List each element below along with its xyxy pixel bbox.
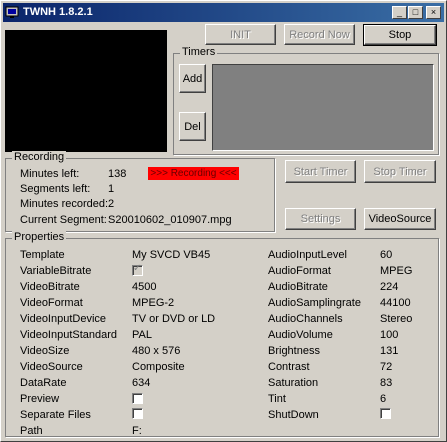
segments-left-value: 1 xyxy=(108,183,115,195)
prop-audiovolume-value: 100 xyxy=(380,329,399,341)
prop-separatefiles-label: Separate Files xyxy=(20,409,91,421)
prop-shutdown-label: ShutDown xyxy=(268,409,319,421)
prop-audioformat-label: AudioFormat xyxy=(268,265,331,277)
stop-timer-button[interactable]: Stop Timer xyxy=(364,160,436,183)
prop-preview-label: Preview xyxy=(20,393,60,405)
prop-audioinputlevel-value: 60 xyxy=(380,249,393,261)
prop-audiobitrate-value: 224 xyxy=(380,281,399,293)
prop-audiochannels-label: AudioChannels xyxy=(268,313,343,325)
properties-legend: Properties xyxy=(12,231,67,243)
prop-template-label: Template xyxy=(20,249,65,261)
start-timer-button[interactable]: Start Timer xyxy=(285,160,356,183)
prop-contrast-value: 72 xyxy=(380,361,393,373)
prop-audioformat-value: MPEG xyxy=(380,265,413,277)
window-title: TWNH 1.8.2.1 xyxy=(23,6,93,18)
prop-videobitrate-value: 4500 xyxy=(132,281,157,293)
prop-videoformat-label: VideoFormat xyxy=(20,297,83,309)
prop-audioinputlevel-label: AudioInputLevel xyxy=(268,249,347,261)
prop-videobitrate-label: VideoBitrate xyxy=(20,281,80,293)
recording-status-badge: >>> Recording <<< xyxy=(148,167,239,180)
prop-videosource-label: VideoSource xyxy=(20,361,83,373)
minimize-icon[interactable]: _ xyxy=(392,6,407,19)
prop-saturation-value: 83 xyxy=(380,377,393,389)
prop-tint-value: 6 xyxy=(380,393,387,405)
settings-button[interactable]: Settings xyxy=(285,208,356,230)
prop-videoinputdevice-value: TV or DVD or LD xyxy=(132,313,216,325)
prop-audiosamplingrate-label: AudioSamplingrate xyxy=(268,297,361,309)
record-now-button[interactable]: Record Now xyxy=(284,24,355,45)
add-timer-button[interactable]: Add xyxy=(179,64,206,93)
prop-brightness-label: Brightness xyxy=(268,345,320,357)
prop-datarate-value: 634 xyxy=(132,377,151,389)
prop-videosource-value: Composite xyxy=(132,361,185,373)
prop-path-label: Path xyxy=(20,425,43,437)
prop-audiovolume-label: AudioVolume xyxy=(268,329,333,341)
checkmark-icon: ✓ xyxy=(133,263,142,274)
prop-audiobitrate-label: AudioBitrate xyxy=(268,281,328,293)
variable-bitrate-checkbox[interactable]: ✓ xyxy=(132,263,143,276)
prop-audiosamplingrate-value: 44100 xyxy=(380,297,411,309)
current-segment-label: Current Segment: xyxy=(20,214,107,226)
close-icon[interactable]: × xyxy=(426,6,441,19)
stop-button[interactable]: Stop xyxy=(363,24,437,46)
del-timer-button[interactable]: Del xyxy=(179,112,206,141)
init-button[interactable]: INIT xyxy=(205,24,276,45)
prop-audiochannels-value: Stereo xyxy=(380,313,413,325)
minutes-left-label: Minutes left: xyxy=(20,168,80,180)
timers-legend: Timers xyxy=(180,46,218,58)
app-icon xyxy=(5,6,19,18)
prop-videosize-label: VideoSize xyxy=(20,345,70,357)
recording-legend: Recording xyxy=(12,151,67,163)
minutes-left-value: 138 xyxy=(108,168,127,180)
video-source-button[interactable]: VideoSource xyxy=(364,208,436,230)
prop-brightness-value: 131 xyxy=(380,345,399,357)
minutes-recorded-value: 2 xyxy=(108,198,115,210)
preview-checkbox[interactable] xyxy=(132,393,143,404)
shutdown-checkbox[interactable] xyxy=(380,408,391,419)
maximize-icon[interactable]: □ xyxy=(408,6,423,19)
prop-datarate-label: DataRate xyxy=(20,377,67,389)
prop-videoinputstandard-value: PAL xyxy=(132,329,152,341)
prop-contrast-label: Contrast xyxy=(268,361,310,373)
prop-variablebitrate-label: VariableBitrate xyxy=(20,265,92,277)
prop-saturation-label: Saturation xyxy=(268,377,319,389)
prop-template-value: My SVCD VB45 xyxy=(132,249,211,261)
prop-videoinputstandard-label: VideoInputStandard xyxy=(20,329,118,341)
title-bar[interactable]: TWNH 1.8.2.1 _ □ × xyxy=(3,3,444,22)
prop-tint-label: Tint xyxy=(268,393,286,405)
minutes-recorded-label: Minutes recorded: xyxy=(20,198,109,210)
prop-videoformat-value: MPEG-2 xyxy=(132,297,175,309)
prop-path-value: F: xyxy=(132,425,142,437)
current-segment-value: S20010602_010907.mpg xyxy=(108,214,232,226)
prop-videoinputdevice-label: VideoInputDevice xyxy=(20,313,107,325)
video-preview xyxy=(5,30,167,152)
prop-videosize-value: 480 x 576 xyxy=(132,345,181,357)
separate-files-checkbox[interactable] xyxy=(132,408,143,419)
timer-list[interactable] xyxy=(212,64,434,151)
segments-left-label: Segments left: xyxy=(20,183,91,195)
main-window: TWNH 1.8.2.1 _ □ × INIT Record Now Stop … xyxy=(0,0,447,442)
